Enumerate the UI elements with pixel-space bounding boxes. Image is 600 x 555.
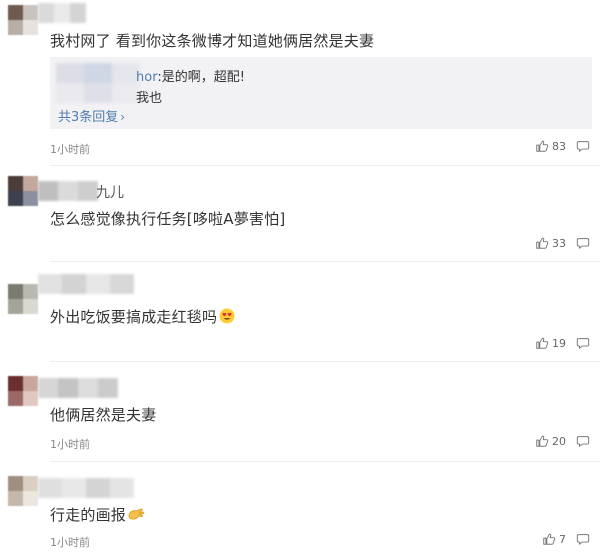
avatar[interactable]	[8, 376, 38, 406]
comment-text-body: 外出吃饭要搞成走红毯吗	[50, 308, 218, 326]
comment-bubble-icon	[576, 338, 590, 349]
comment-actions: 19	[535, 336, 590, 350]
username-partial[interactable]: 九儿	[96, 182, 124, 202]
username-redacted[interactable]	[38, 274, 134, 294]
comment-actions: 33	[535, 236, 590, 250]
timestamp: 1小时前	[50, 536, 90, 549]
like-count: 33	[552, 236, 566, 250]
reply-username-redacted	[56, 63, 140, 103]
like-button[interactable]: 33	[535, 236, 566, 250]
comment-item: 外出吃饭要搞成走红毯吗 19	[0, 262, 600, 362]
comment-actions: 7	[542, 532, 590, 546]
comment-bubble-icon	[576, 534, 590, 545]
thumbs-up-icon	[536, 435, 549, 447]
comment-button[interactable]	[576, 532, 590, 546]
timestamp: 1小时前	[50, 143, 90, 156]
view-replies-link[interactable]: 共3条回复 ›	[58, 106, 125, 125]
comment-item: 行走的画报 1小时前 7	[0, 462, 600, 555]
smiling-face-with-heart-eyes-icon	[219, 308, 235, 324]
like-count: 19	[552, 336, 566, 350]
avatar[interactable]	[8, 476, 38, 506]
clapping-hands-icon	[128, 508, 145, 520]
username-redacted[interactable]	[38, 3, 86, 23]
comment-actions: 83	[535, 139, 590, 153]
reply-username[interactable]: hor	[136, 70, 157, 85]
comment-button[interactable]	[576, 336, 590, 350]
timestamp: 1小时前	[50, 438, 90, 451]
comment-bubble-icon	[576, 436, 590, 447]
comment-actions: 20	[535, 434, 590, 448]
reply-text-2: 我也	[136, 91, 163, 106]
username-redacted[interactable]	[38, 478, 134, 498]
avatar[interactable]	[8, 5, 38, 35]
comment-button[interactable]	[576, 139, 590, 153]
like-count: 83	[552, 139, 566, 153]
avatar[interactable]	[8, 176, 38, 206]
comment-item: 九儿 怎么感觉像执行任务[哆啦A夢害怕] 33	[0, 166, 600, 262]
like-count: 7	[559, 532, 566, 546]
like-button[interactable]: 19	[535, 336, 566, 350]
comment-text: 外出吃饭要搞成走红毯吗	[50, 306, 235, 327]
comment-button[interactable]	[576, 434, 590, 448]
view-replies-label: 共3条回复	[58, 110, 119, 125]
like-button[interactable]: 83	[535, 139, 566, 153]
like-button[interactable]: 7	[542, 532, 566, 546]
reply-text: 是的啊，超配!	[161, 70, 245, 85]
avatar[interactable]	[8, 284, 38, 314]
comment-text: 行走的画报	[50, 504, 145, 525]
like-button[interactable]: 20	[535, 434, 566, 448]
comment-item: 他俩居然是夫妻 1小时前 20	[0, 362, 600, 462]
thumbs-up-icon	[536, 337, 549, 349]
comment-bubble-icon	[576, 141, 590, 152]
reply-preview-box[interactable]: hor:是的啊，超配! 我也 共3条回复 ›	[50, 57, 592, 129]
thumbs-up-icon	[543, 533, 556, 545]
thumbs-up-icon	[536, 237, 549, 249]
comment-item: 我村网了 看到你这条微博才知道她俩居然是夫妻 hor:是的啊，超配! 我也 共3…	[0, 0, 600, 166]
thumbs-up-icon	[536, 140, 549, 152]
like-count: 20	[552, 434, 566, 448]
comment-text: 他俩居然是夫妻	[50, 406, 157, 424]
comment-feed: 我村网了 看到你这条微博才知道她俩居然是夫妻 hor:是的啊，超配! 我也 共3…	[0, 0, 600, 555]
comment-text: 怎么感觉像执行任务[哆啦A夢害怕]	[50, 210, 286, 228]
comment-button[interactable]	[576, 236, 590, 250]
username-redacted[interactable]	[38, 378, 118, 398]
comment-text: 我村网了 看到你这条微博才知道她俩居然是夫妻	[50, 32, 375, 50]
username-redacted[interactable]	[38, 181, 98, 201]
comment-bubble-icon	[576, 238, 590, 249]
chevron-right-icon: ›	[120, 110, 126, 124]
comment-text-body: 行走的画报	[50, 506, 127, 524]
reply-line: hor:是的啊，超配!	[136, 66, 245, 85]
